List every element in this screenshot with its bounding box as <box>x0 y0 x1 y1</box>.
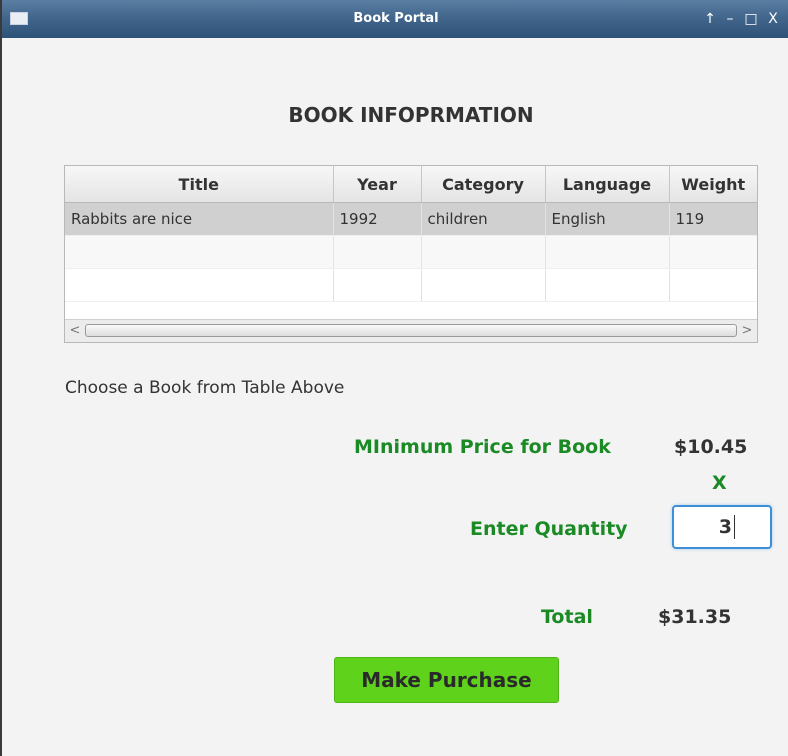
minimize-icon[interactable]: – <box>722 10 738 28</box>
empty-table-row[interactable] <box>65 235 757 269</box>
empty-table-row[interactable] <box>65 268 757 302</box>
total-value: $31.35 <box>658 606 732 628</box>
column-header-weight[interactable]: Weight <box>669 166 757 203</box>
multiply-sign: X <box>712 472 727 494</box>
column-header-category[interactable]: Category <box>421 166 546 203</box>
page-title: BOOK INFOPRMATION <box>288 103 534 127</box>
total-label: Total <box>541 606 593 628</box>
make-purchase-button[interactable]: Make Purchase <box>334 657 559 703</box>
title-bar[interactable]: Book Portal ↑ – □ X <box>2 0 788 38</box>
cell-category: children <box>421 202 546 236</box>
text-caret <box>734 515 735 539</box>
horizontal-scrollbar[interactable]: < > <box>65 319 757 342</box>
min-price-value: $10.45 <box>674 436 748 458</box>
scroll-right-icon[interactable]: > <box>739 320 755 342</box>
cell-language: English <box>545 202 670 236</box>
maximize-icon[interactable]: □ <box>743 10 759 28</box>
cell-year: 1992 <box>333 202 422 236</box>
column-header-year[interactable]: Year <box>333 166 422 203</box>
column-header-title[interactable]: Title <box>65 166 334 203</box>
keep-above-icon[interactable]: ↑ <box>702 10 718 28</box>
close-icon[interactable]: X <box>765 10 781 28</box>
quantity-input[interactable] <box>672 505 772 549</box>
cell-weight: 119 <box>669 202 757 236</box>
window-title: Book Portal <box>353 11 439 26</box>
book-table: Title Year Category Language Weight Rabb… <box>64 165 758 343</box>
column-header-language[interactable]: Language <box>545 166 670 203</box>
scroll-left-icon[interactable]: < <box>67 320 83 342</box>
app-window: Book Portal ↑ – □ X BOOK INFOPRMATION Ti… <box>0 0 788 756</box>
scrollbar-thumb[interactable] <box>85 324 737 337</box>
min-price-label: MInimum Price for Book <box>354 436 611 458</box>
table-header: Title Year Category Language Weight <box>65 166 757 203</box>
instruction-text: Choose a Book from Table Above <box>65 378 345 398</box>
cell-title: Rabbits are nice <box>65 202 334 236</box>
quantity-label: Enter Quantity <box>470 518 628 540</box>
table-row[interactable]: Rabbits are nice 1992 children English 1… <box>65 202 757 236</box>
